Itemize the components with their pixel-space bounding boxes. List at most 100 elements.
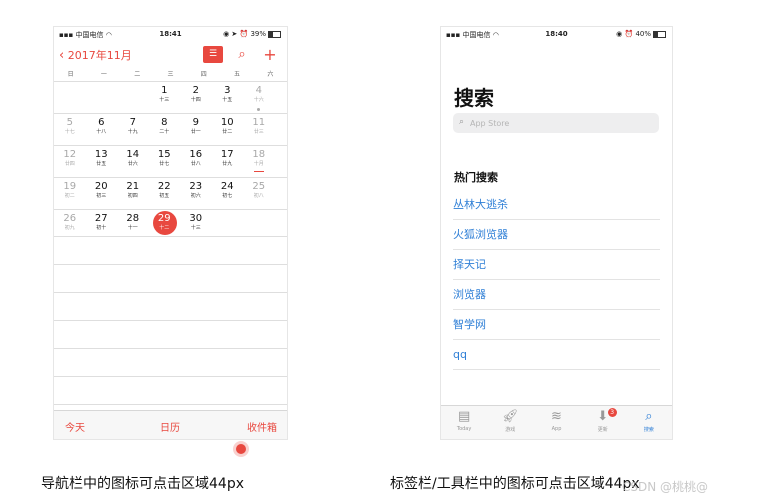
calendar-day[interactable]: 17 廿九 (212, 146, 244, 177)
hot-search-item[interactable]: 智学网 (453, 310, 660, 340)
lock-icon: ◉ ➤ ⏰ (223, 30, 251, 38)
tab-updates[interactable]: ⬇ 3 更新 (580, 406, 626, 439)
tab-search[interactable]: ⌕ 搜索 (626, 406, 672, 439)
list-view-icon[interactable]: ☰ (203, 46, 223, 63)
day-number: 3 (224, 85, 231, 96)
hot-search-item[interactable]: 择天记 (453, 250, 660, 280)
battery-icon (653, 30, 666, 38)
day-number: 24 (220, 181, 234, 192)
calendar-day[interactable]: 11 廿三 (243, 114, 275, 145)
calendar-day[interactable]: 6 十八 (86, 114, 118, 145)
calendar-day[interactable]: 15 廿七 (149, 146, 181, 177)
calendar-day[interactable]: 8 二十 (149, 114, 181, 145)
calendar-day[interactable]: 9 廿一 (180, 114, 212, 145)
calendars-button[interactable]: 日历 (160, 419, 180, 434)
calendar-day[interactable]: 13 廿五 (86, 146, 118, 177)
calendar-week-row: 1 十三 2 十四 3 十五 4 十六 (54, 81, 287, 113)
lunar-date: 廿八 (190, 161, 201, 167)
calendar-day[interactable]: 12 廿四 (54, 146, 86, 177)
calendar-day[interactable]: 14 廿六 (117, 146, 149, 177)
lunar-date: 十七 (64, 129, 75, 135)
lunar-date: 初三 (96, 193, 107, 199)
lunar-date: 十九 (127, 129, 138, 135)
update-badge: 3 (607, 408, 617, 417)
lunar-date: 十月 (253, 161, 264, 167)
lunar-date: 廿二 (222, 129, 233, 135)
hot-search-item[interactable]: 浏览器 (453, 280, 660, 310)
calendar-day[interactable]: 7 十九 (117, 114, 149, 145)
tab-today[interactable]: ▤ Today (441, 406, 487, 439)
calendar-day[interactable]: 16 廿八 (180, 146, 212, 177)
lock-icon: ◉ ⏰ (616, 30, 636, 38)
lunar-date: 廿六 (127, 161, 138, 167)
calendar-day[interactable]: 4 十六 (243, 82, 275, 113)
hot-search-item[interactable]: qq (453, 340, 660, 370)
calendar-day[interactable]: 5 十七 (54, 114, 86, 145)
day-number: 7 (129, 117, 136, 128)
day-number: 4 (255, 85, 262, 96)
caption-right: 标签栏/工具栏中的图标可点击区域44px (390, 476, 640, 492)
day-number: 29 (157, 213, 171, 224)
hot-search-item[interactable]: 火狐浏览器 (453, 220, 660, 250)
calendar-day[interactable]: 18 十月 (243, 146, 275, 177)
status-bar: ▪▪▪ 中国电信 ◠ 18:41 ◉ ➤ ⏰ 39% (54, 27, 287, 41)
day-number: 22 (157, 181, 171, 192)
calendar-day[interactable]: 21 初四 (117, 178, 149, 209)
lunar-date: 初二 (64, 193, 75, 199)
calendar-day[interactable]: 22 初五 (149, 178, 181, 209)
day-number: 14 (126, 149, 140, 160)
rocket-icon: 🚀︎ (502, 409, 519, 424)
search-icon: ⌕ (459, 117, 465, 127)
day-number: 26 (63, 213, 77, 224)
calendar-day[interactable]: 1 十三 (149, 82, 181, 113)
add-event-icon[interactable]: + (262, 46, 278, 63)
divider (54, 320, 287, 348)
lunar-date: 初七 (222, 193, 233, 199)
watermark: CSDN @桃桃@ (622, 480, 709, 494)
calendar-grid: 1 十三 2 十四 3 十五 4 十六 5 十七 6 十八 7 十九 8 二十 9 廿一 10 廿二 11 廿三 12 廿四 1… (54, 81, 287, 241)
chevron-left-icon: ‹ (59, 48, 65, 63)
calendar-empty-cell (54, 82, 86, 113)
weekday-label: 三 (167, 71, 174, 78)
day-number: 12 (63, 149, 77, 160)
lunar-date: 廿三 (253, 129, 264, 135)
hot-search-title: 热门搜索 (454, 171, 498, 184)
today-button[interactable]: 今天 (65, 419, 85, 434)
lunar-date: 初六 (190, 193, 201, 199)
calendar-day[interactable]: 25 初八 (243, 178, 275, 209)
weekday-label: 五 (234, 71, 241, 78)
tab-apps[interactable]: ≋ App (533, 406, 579, 439)
calendar-day[interactable]: 3 十五 (212, 82, 244, 113)
day-number: 15 (157, 149, 171, 160)
hot-search-list: 丛林大逃杀 火狐浏览器 择天记 浏览器 智学网 qq (453, 190, 660, 370)
search-icon[interactable]: ⌕ (234, 46, 250, 63)
back-button[interactable]: ‹ 2017年11月 (59, 47, 132, 63)
calendar-day[interactable]: 20 初三 (86, 178, 118, 209)
calendar-week-row: 19 初二 20 初三 21 初四 22 初五 23 初六 24 初七 25 初八 (54, 177, 287, 209)
hot-search-item[interactable]: 丛林大逃杀 (453, 190, 660, 220)
day-number: 18 (252, 149, 266, 160)
lunar-date: 廿五 (96, 161, 107, 167)
back-label: 2017年11月 (67, 49, 132, 62)
lunar-date: 十六 (253, 97, 264, 103)
search-input[interactable] (470, 116, 650, 130)
calendar-day[interactable]: 10 廿二 (212, 114, 244, 145)
divider (54, 292, 287, 320)
inbox-button[interactable]: 收件箱 (247, 419, 277, 434)
calendar-day[interactable]: 24 初七 (212, 178, 244, 209)
search-bar[interactable]: ⌕ (453, 113, 659, 133)
navigation-bar: ‹ 2017年11月 ☰ ⌕ + (54, 41, 287, 69)
tab-games[interactable]: 🚀︎ 游戏 (487, 406, 533, 439)
day-number: 2 (192, 85, 199, 96)
calendar-day[interactable]: 23 初六 (180, 178, 212, 209)
calendar-day[interactable]: 19 初二 (54, 178, 86, 209)
divider (54, 236, 287, 264)
lunar-date: 廿七 (159, 161, 170, 167)
battery-indicator: ◉ ⏰ 40% (616, 30, 666, 38)
day-number: 23 (189, 181, 203, 192)
calendar-empty-cell (117, 82, 149, 113)
calendar-day[interactable]: 2 十四 (180, 82, 212, 113)
divider (54, 376, 287, 404)
battery-icon (268, 30, 281, 38)
page-title: 搜索 (454, 86, 494, 110)
